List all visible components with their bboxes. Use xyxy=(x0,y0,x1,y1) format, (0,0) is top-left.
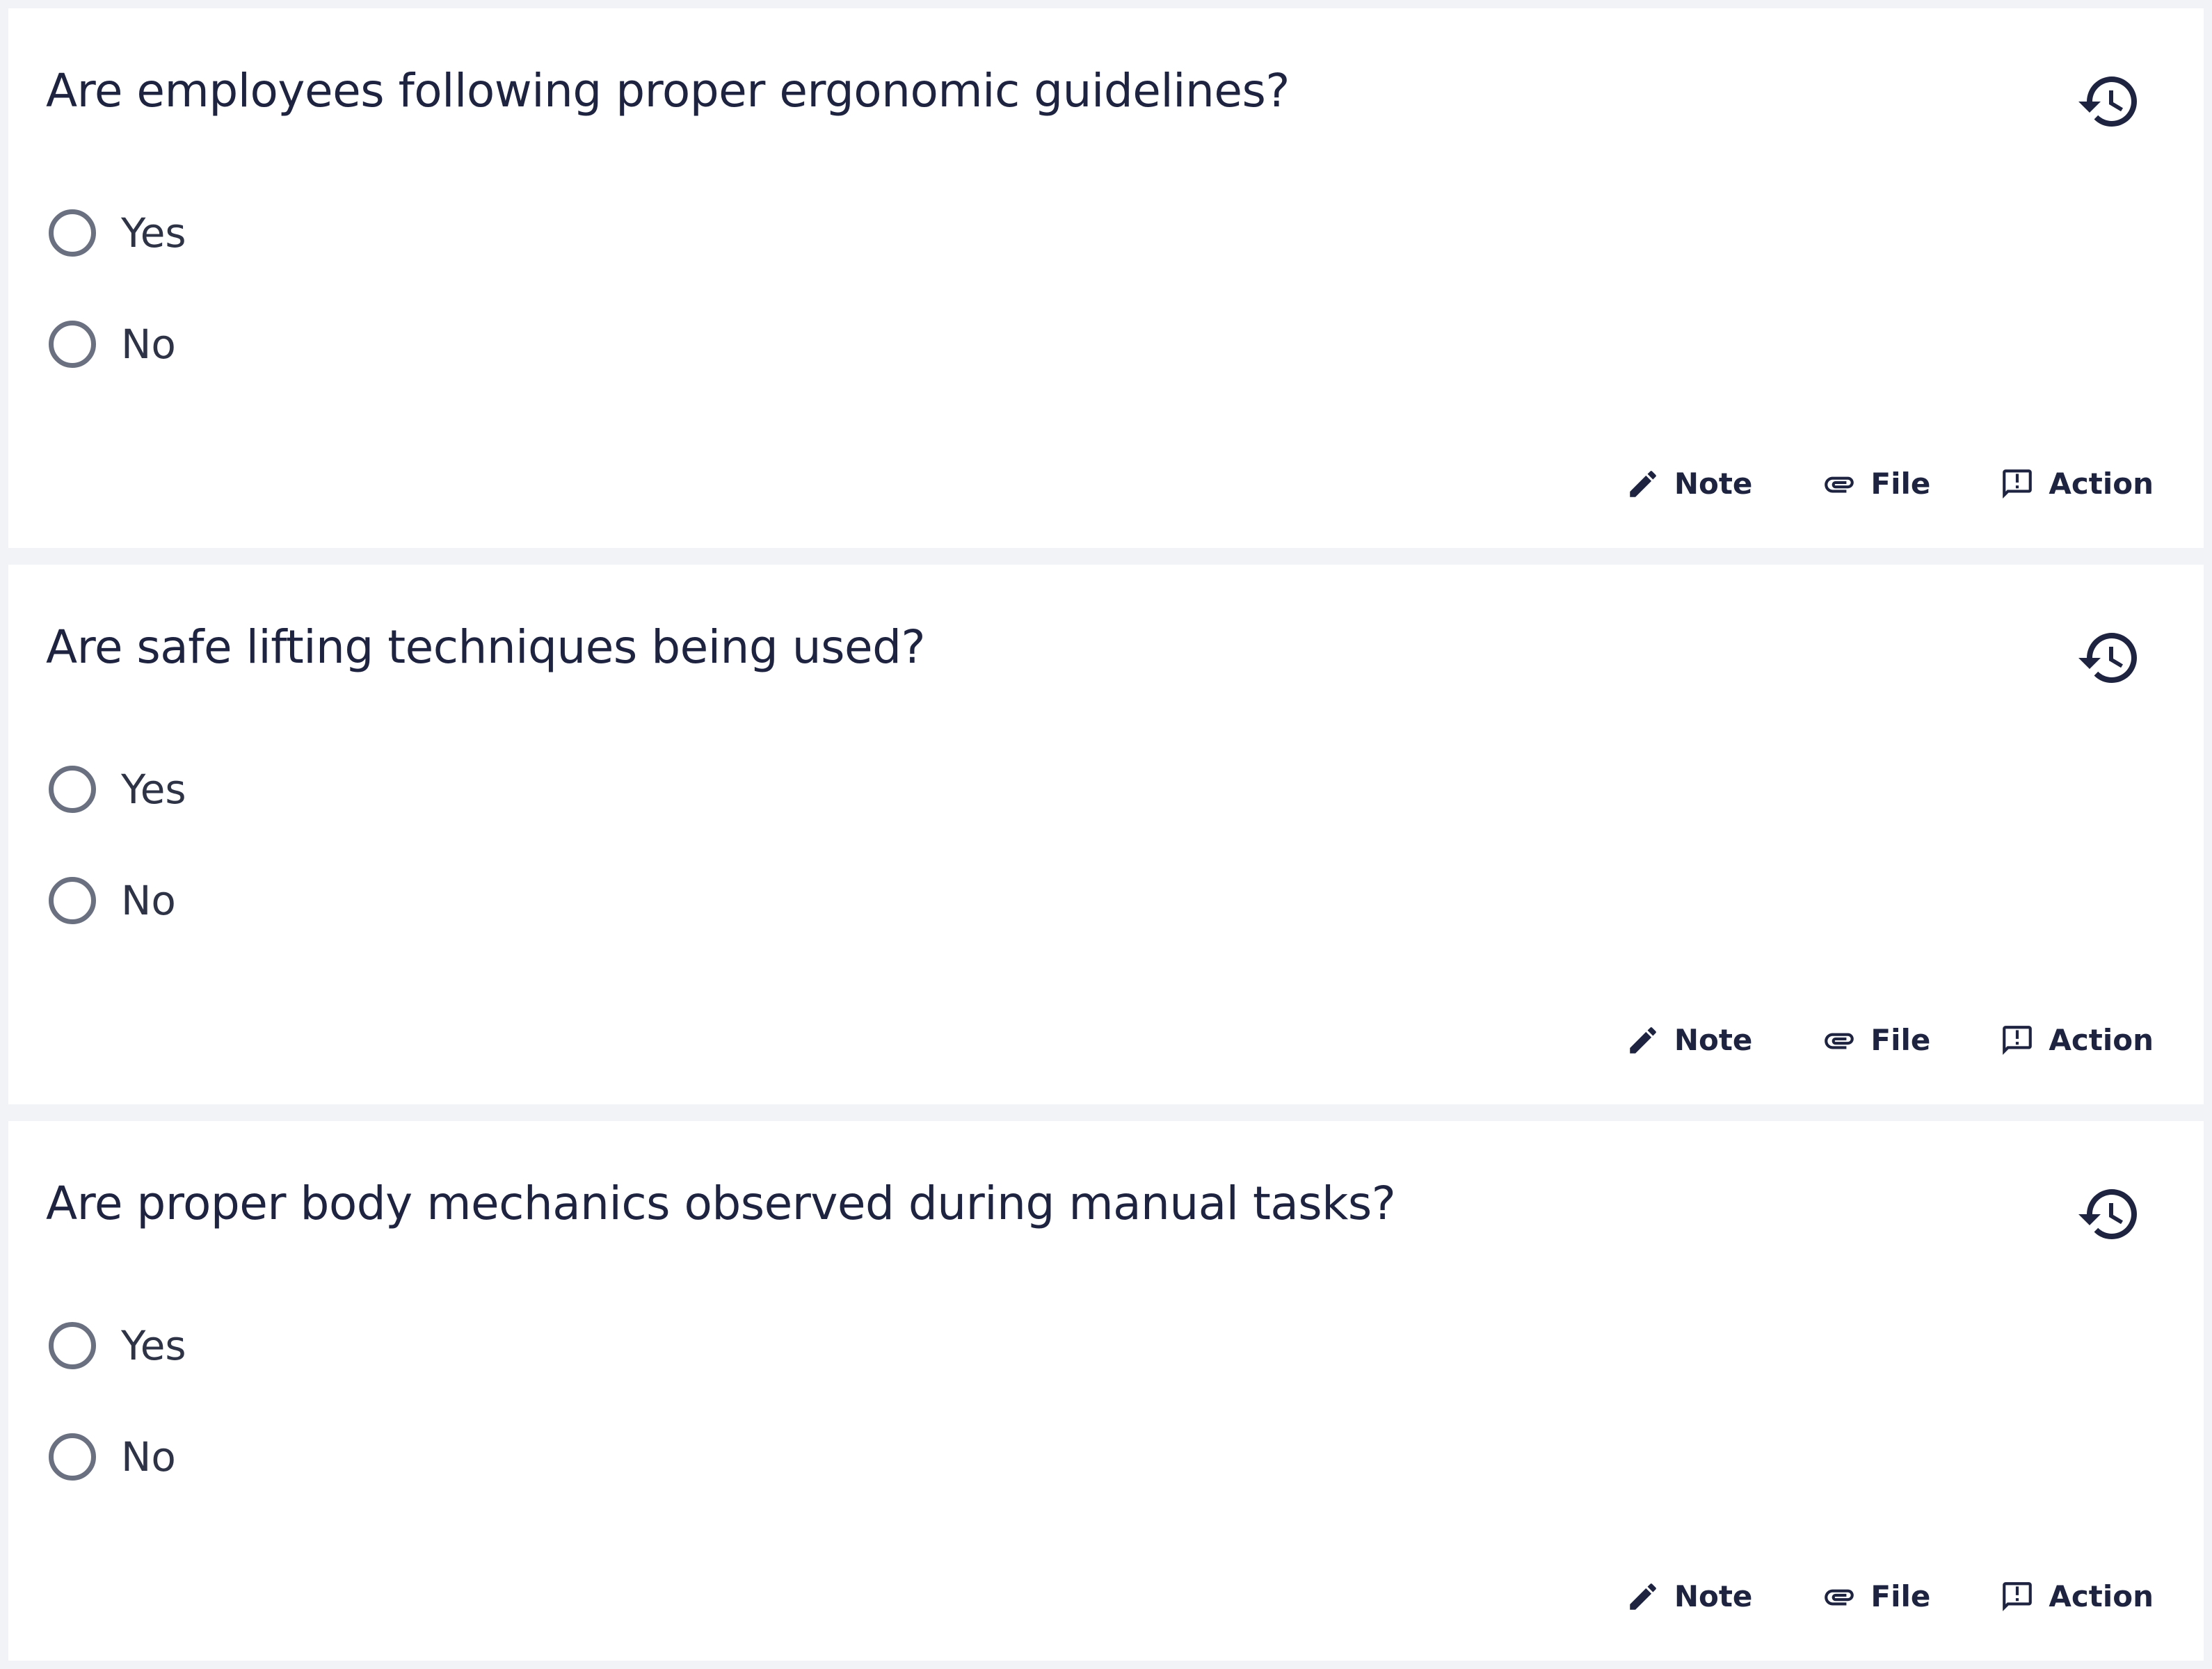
paperclip-icon xyxy=(1825,476,1854,493)
action-button[interactable]: Action xyxy=(2000,1579,2154,1614)
history-icon[interactable] xyxy=(2076,68,2142,135)
inspection-page: Are employees following proper ergonomic… xyxy=(0,0,2212,1669)
pencil-icon xyxy=(1630,471,1656,497)
option-no[interactable]: No xyxy=(49,313,176,376)
question-actions: Note File Action xyxy=(1626,459,2154,509)
file-button[interactable]: File xyxy=(1822,1579,1930,1614)
option-no[interactable]: No xyxy=(49,1426,176,1488)
paperclip-icon xyxy=(1825,1589,1854,1606)
option-label: No xyxy=(121,321,176,368)
note-label: Note xyxy=(1674,1023,1753,1057)
radio-button[interactable] xyxy=(49,209,96,257)
question-actions: Note File Action xyxy=(1626,1572,2154,1622)
option-label: Yes xyxy=(121,1322,186,1369)
option-no[interactable]: No xyxy=(49,869,176,932)
report-icon xyxy=(2003,1582,2033,1611)
option-label: Yes xyxy=(121,209,186,257)
report-icon xyxy=(2003,1026,2033,1055)
question-card: Are employees following proper ergonomic… xyxy=(8,8,2204,548)
question-title: Are safe lifting techniques being used? xyxy=(46,620,926,674)
question-card: Are safe lifting techniques being used? … xyxy=(8,565,2204,1104)
note-button[interactable]: Note xyxy=(1626,467,1753,501)
action-button[interactable]: Action xyxy=(2000,467,2154,501)
question-title: Are proper body mechanics observed durin… xyxy=(46,1177,1396,1230)
pencil-icon xyxy=(1630,1583,1656,1610)
report-icon xyxy=(2003,469,2033,499)
option-label: No xyxy=(121,1433,176,1481)
pencil-icon xyxy=(1630,1027,1656,1054)
action-button[interactable]: Action xyxy=(2000,1023,2154,1058)
radio-button[interactable] xyxy=(49,877,96,924)
radio-button[interactable] xyxy=(49,1322,96,1369)
question-actions: Note File Action xyxy=(1626,1015,2154,1065)
file-label: File xyxy=(1870,467,1931,501)
history-icon[interactable] xyxy=(2076,624,2142,691)
option-label: No xyxy=(121,877,176,924)
file-label: File xyxy=(1870,1023,1931,1057)
note-label: Note xyxy=(1674,1579,1753,1613)
radio-button[interactable] xyxy=(49,766,96,813)
option-label: Yes xyxy=(121,766,186,813)
option-yes[interactable]: Yes xyxy=(49,202,186,264)
file-button[interactable]: File xyxy=(1822,1023,1930,1058)
file-button[interactable]: File xyxy=(1822,467,1930,501)
question-title: Are employees following proper ergonomic… xyxy=(46,64,1290,118)
history-icon[interactable] xyxy=(2076,1181,2142,1248)
file-label: File xyxy=(1870,1579,1931,1613)
paperclip-icon xyxy=(1825,1033,1854,1049)
action-label: Action xyxy=(2049,467,2154,501)
option-yes[interactable]: Yes xyxy=(49,1314,186,1377)
note-label: Note xyxy=(1674,467,1753,501)
option-yes[interactable]: Yes xyxy=(49,758,186,821)
radio-button[interactable] xyxy=(49,1433,96,1481)
note-button[interactable]: Note xyxy=(1626,1023,1753,1058)
note-button[interactable]: Note xyxy=(1626,1579,1753,1614)
radio-button[interactable] xyxy=(49,321,96,368)
action-label: Action xyxy=(2049,1023,2154,1057)
action-label: Action xyxy=(2049,1579,2154,1613)
question-card: Are proper body mechanics observed durin… xyxy=(8,1121,2204,1661)
